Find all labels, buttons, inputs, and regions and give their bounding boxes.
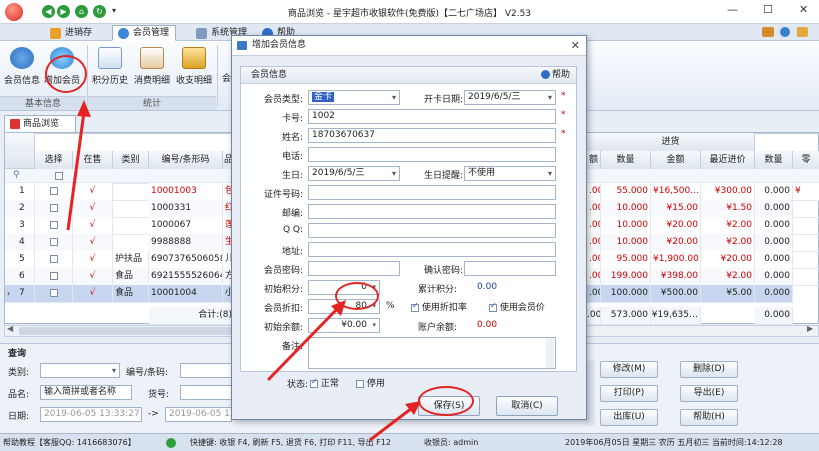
annotation-arrow [266,306,340,382]
annotation-arrow [369,406,413,442]
arrowhead-icon [77,100,91,117]
annotation-arrows [66,100,421,442]
annotation-arrow [66,111,86,231]
